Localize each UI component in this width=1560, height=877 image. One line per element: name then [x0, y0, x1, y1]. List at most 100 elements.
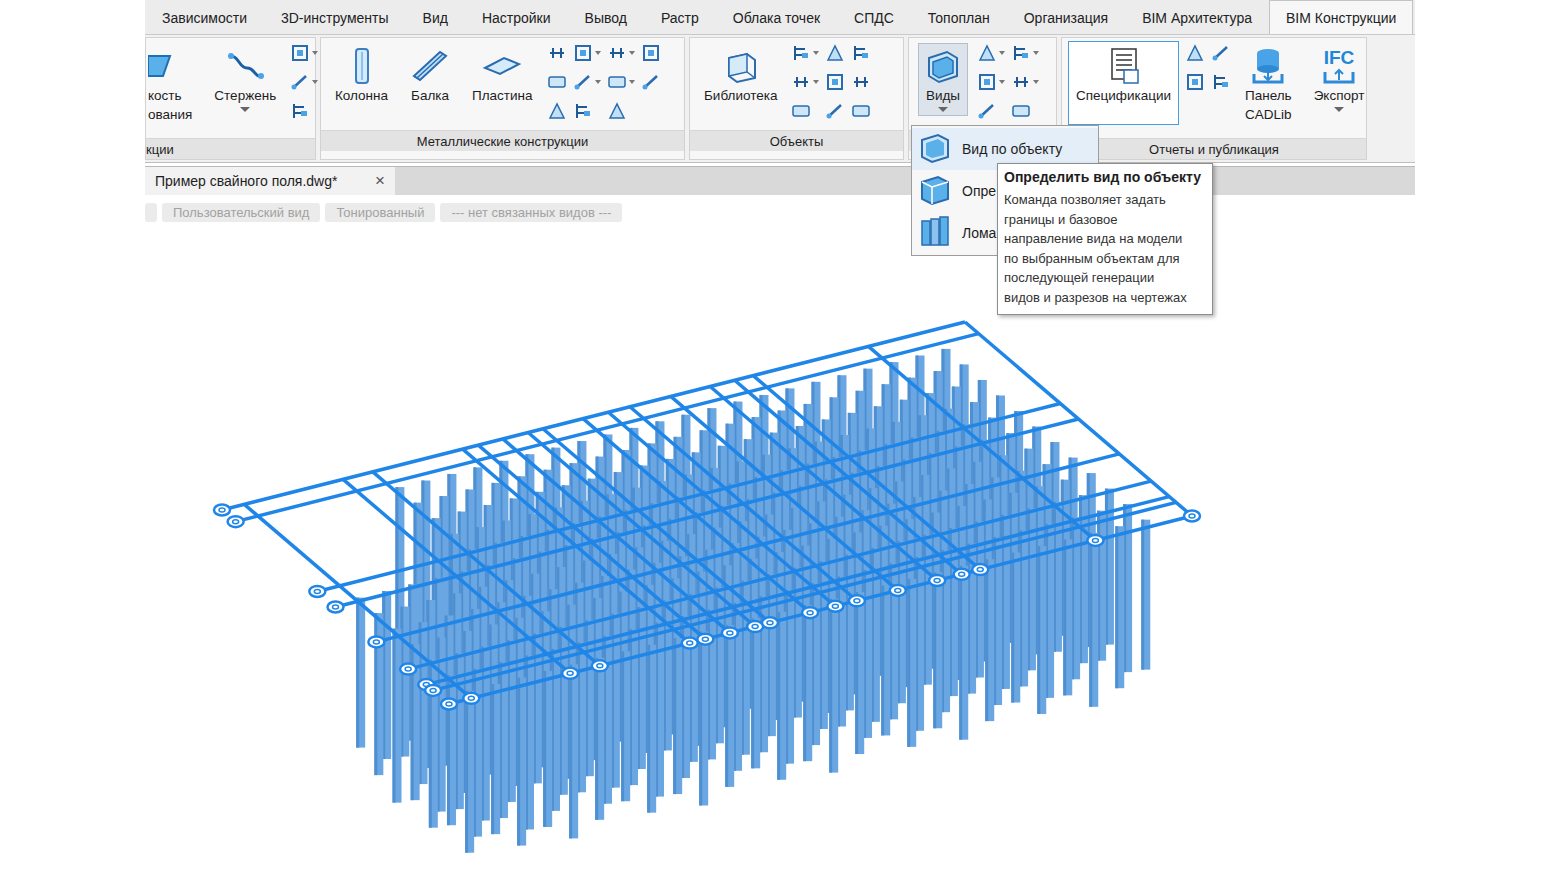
- ribbon-tab[interactable]: Вид: [406, 0, 465, 34]
- tool-button[interactable]: [1011, 42, 1039, 64]
- dropdown-arrow[interactable]: [938, 105, 948, 113]
- tool-icon: [290, 101, 310, 121]
- tool-button[interactable]: [641, 71, 661, 93]
- ribbon-tab[interactable]: BIM Конструкции: [1269, 0, 1413, 34]
- ribbon-tab[interactable]: Облака точек: [716, 0, 837, 34]
- tool-button[interactable]: [547, 42, 567, 64]
- ribbon-button[interactable]: ПанельCADLib: [1237, 41, 1300, 138]
- dropdown-arrow-icon[interactable]: [629, 80, 635, 84]
- tool-button[interactable]: [851, 100, 871, 122]
- tool-button[interactable]: [977, 42, 1005, 64]
- tool-button[interactable]: [791, 71, 819, 93]
- dropdown-arrow-icon[interactable]: [312, 80, 318, 84]
- grid-line: [376, 454, 1119, 642]
- grid-line: [671, 396, 898, 590]
- tool-button[interactable]: [290, 100, 318, 122]
- tool-button[interactable]: [1211, 42, 1231, 64]
- ribbon-button[interactable]: Балка: [402, 41, 458, 125]
- viewport-label[interactable]: --- нет связанных видов ---: [440, 203, 622, 222]
- ribbon-tab[interactable]: Организация: [1007, 0, 1125, 34]
- rod-icon: [225, 46, 265, 86]
- document-tab[interactable]: Пример свайного поля.dwg*×: [145, 167, 395, 195]
- object-view-icon: [918, 131, 952, 165]
- panel-body: Библиотека: [690, 38, 903, 130]
- pile: [499, 662, 508, 818]
- tool-button[interactable]: [1185, 42, 1205, 64]
- dropdown-arrow-icon[interactable]: [1033, 51, 1039, 55]
- tool-icon: [1011, 72, 1031, 92]
- ribbon-tab[interactable]: Настройки: [465, 0, 568, 34]
- ribbon-button[interactable]: Виды: [915, 41, 971, 125]
- viewport-label[interactable]: Тонированный: [325, 203, 435, 222]
- tool-button[interactable]: [1011, 71, 1039, 93]
- tool-button[interactable]: [607, 100, 635, 122]
- ribbon-button[interactable]: костьования: [146, 41, 200, 138]
- tool-button[interactable]: [825, 42, 845, 64]
- dropdown-arrow-icon[interactable]: [595, 51, 601, 55]
- tool-button[interactable]: [791, 100, 819, 122]
- ribbon-tab[interactable]: Вывод: [568, 0, 644, 34]
- ribbon-tab[interactable]: 3D-инструменты: [264, 0, 406, 34]
- tool-icon: [1011, 43, 1031, 63]
- pile: [569, 664, 578, 838]
- tool-button[interactable]: [1011, 100, 1039, 122]
- tool-column: [641, 41, 661, 93]
- ribbon-tab[interactable]: СПДС: [837, 0, 911, 34]
- dropdown-arrow-icon[interactable]: [629, 51, 635, 55]
- dropdown-arrow-icon[interactable]: [595, 80, 601, 84]
- viewport-label[interactable]: [145, 203, 157, 222]
- tool-button[interactable]: [573, 42, 601, 64]
- dropdown-arrow-icon[interactable]: [813, 51, 819, 55]
- close-button[interactable]: ×: [375, 171, 385, 191]
- dropdown-arrow: [1263, 124, 1273, 132]
- button-label: Стержень: [214, 86, 276, 105]
- cadlib-icon: [1248, 46, 1288, 86]
- dropdown-arrow-icon[interactable]: [1033, 80, 1039, 84]
- ribbon-button[interactable]: Библиотека: [696, 41, 785, 125]
- pile: [1037, 546, 1046, 714]
- tool-button[interactable]: [977, 71, 1005, 93]
- tool-button[interactable]: [825, 100, 845, 122]
- tab-label: 3D-инструменты: [281, 10, 389, 26]
- ifc-logo: IFC: [1324, 48, 1355, 68]
- dropdown-arrow[interactable]: [1334, 105, 1344, 113]
- tool-button[interactable]: [290, 71, 318, 93]
- tool-button[interactable]: [607, 42, 635, 64]
- tool-button[interactable]: [825, 71, 845, 93]
- tool-icon: [641, 72, 661, 92]
- tool-button[interactable]: [547, 100, 567, 122]
- grid-line: [408, 481, 1151, 669]
- tool-button[interactable]: [547, 71, 567, 93]
- dropdown-arrow-icon[interactable]: [999, 80, 1005, 84]
- tool-button[interactable]: [851, 71, 871, 93]
- tool-button[interactable]: [573, 100, 601, 122]
- ribbon-button[interactable]: Колонна: [327, 41, 396, 125]
- ribbon-tab[interactable]: Растр: [644, 0, 716, 34]
- tool-button[interactable]: [977, 100, 1005, 122]
- tool-button[interactable]: [290, 42, 318, 64]
- dropdown-arrow-icon[interactable]: [813, 80, 819, 84]
- arrow-icon: [938, 107, 948, 112]
- grid-line: [528, 433, 755, 627]
- dropdown-arrow[interactable]: [240, 105, 250, 113]
- tool-button[interactable]: [851, 42, 871, 64]
- dropdown-arrow-icon[interactable]: [312, 51, 318, 55]
- ribbon-button[interactable]: IFCЭкспорт: [1306, 41, 1373, 125]
- pile: [829, 599, 838, 773]
- ribbon-tab[interactable]: Топоплан: [911, 0, 1007, 34]
- tooltip-line: направление вида на модели: [1004, 229, 1206, 249]
- ribbon-tab[interactable]: BIM Архитектура: [1125, 0, 1269, 34]
- tool-button[interactable]: [1211, 71, 1231, 93]
- tool-button[interactable]: [607, 71, 635, 93]
- dropdown-arrow-icon[interactable]: [999, 51, 1005, 55]
- axis-marker: [562, 668, 578, 679]
- ribbon-tab[interactable]: Зависимости: [145, 0, 264, 34]
- tool-button[interactable]: [791, 42, 819, 64]
- tool-button[interactable]: [573, 71, 601, 93]
- ribbon-button[interactable]: Спецификации: [1068, 41, 1179, 125]
- ribbon-button[interactable]: Стержень: [206, 41, 284, 125]
- tool-button[interactable]: [641, 42, 661, 64]
- viewport-label[interactable]: Пользовательский вид: [162, 203, 320, 222]
- ribbon-button[interactable]: Пластина: [464, 41, 541, 125]
- tool-button[interactable]: [1185, 71, 1205, 93]
